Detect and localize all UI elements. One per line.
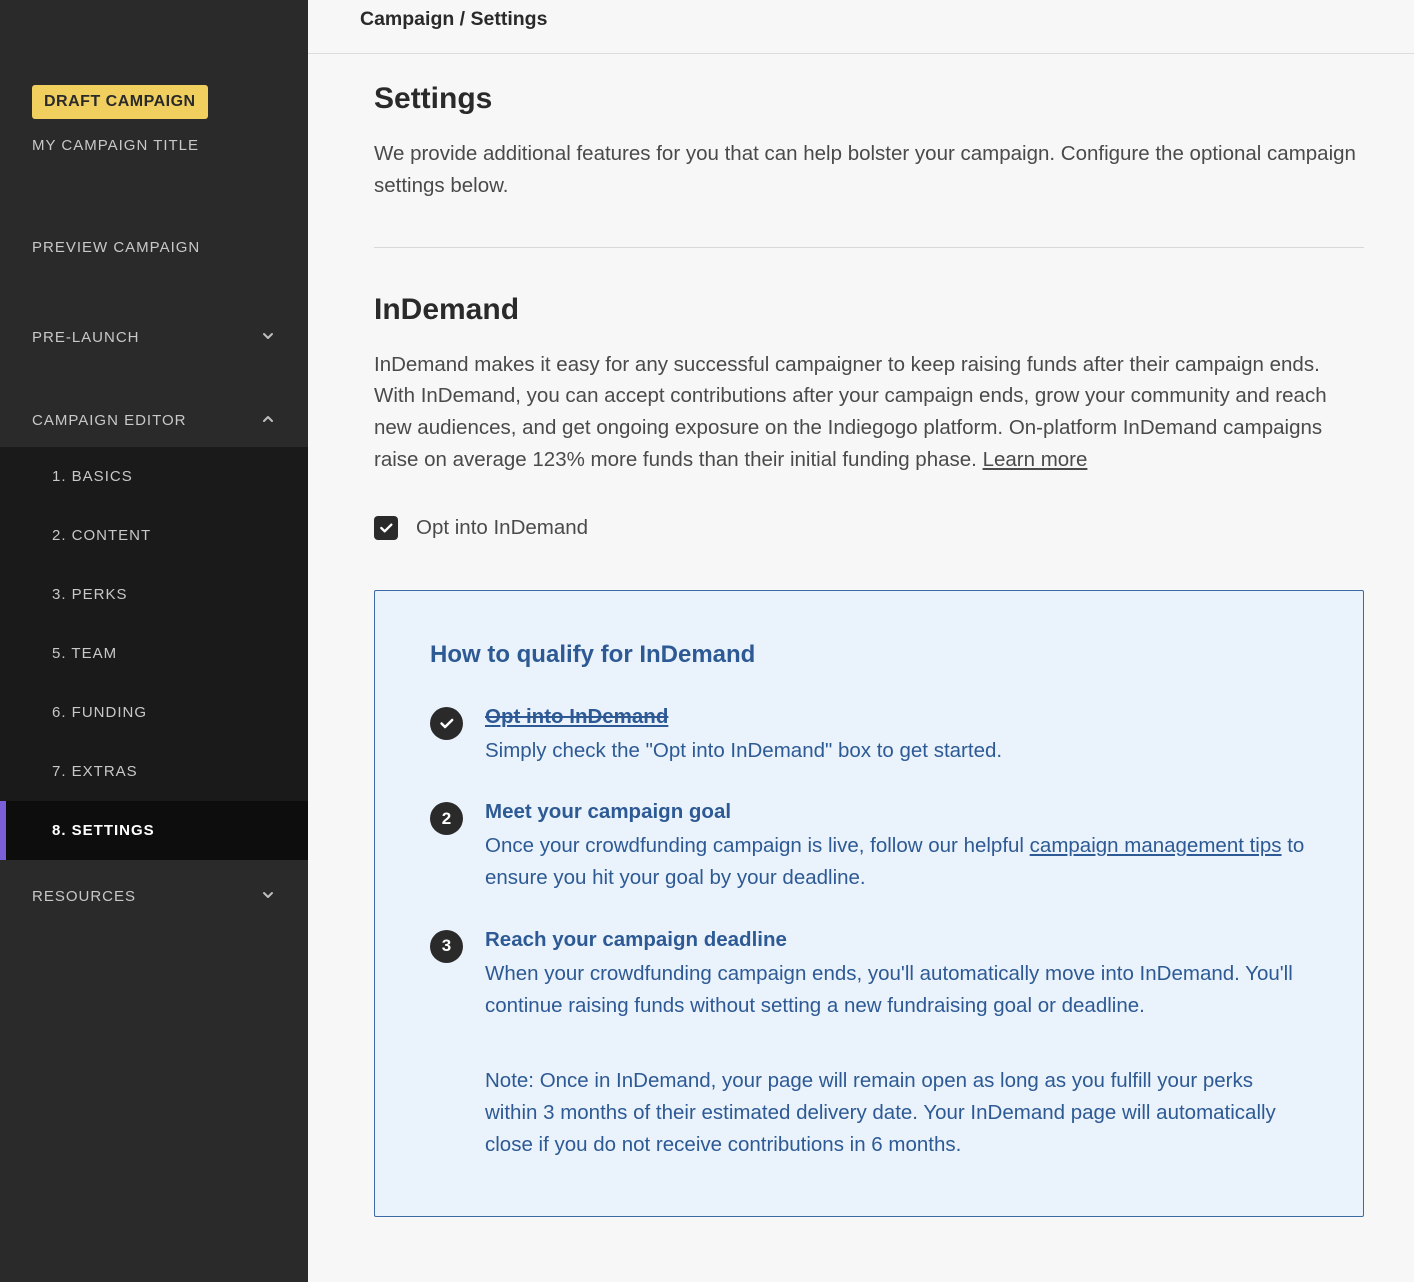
step-3-title: Reach your campaign deadline bbox=[485, 928, 1308, 952]
nav-campaign-editor-label: CAMPAIGN EDITOR bbox=[32, 412, 186, 429]
step-completed-icon bbox=[430, 707, 463, 740]
nav-resources-label: RESOURCES bbox=[32, 888, 136, 905]
nav-pre-launch[interactable]: PRE-LAUNCH bbox=[0, 311, 308, 364]
nav-pre-launch-label: PRE-LAUNCH bbox=[32, 329, 140, 346]
opt-in-checkbox-row: Opt into InDemand bbox=[374, 516, 1364, 540]
subnav-extras[interactable]: 7. EXTRAS bbox=[0, 742, 308, 801]
step-3-badge: 3 bbox=[430, 930, 463, 963]
qualify-title: How to qualify for InDemand bbox=[430, 641, 1308, 669]
nav-resources[interactable]: RESOURCES bbox=[0, 870, 308, 923]
learn-more-link[interactable]: Learn more bbox=[983, 448, 1088, 471]
subnav-settings[interactable]: 8. SETTINGS bbox=[0, 801, 308, 860]
main-content: Campaign / Settings Settings We provide … bbox=[308, 0, 1414, 1282]
qualify-info-box: How to qualify for InDemand Opt into InD… bbox=[374, 590, 1364, 1217]
qualify-step-3: 3 Reach your campaign deadline When your… bbox=[430, 928, 1308, 1161]
step-3-desc: When your crowdfunding campaign ends, yo… bbox=[485, 958, 1308, 1022]
qualify-step-2: 2 Meet your campaign goal Once your crow… bbox=[430, 800, 1308, 894]
indemand-desc-text: InDemand makes it easy for any successfu… bbox=[374, 353, 1327, 471]
step-3-note: Note: Once in InDemand, your page will r… bbox=[485, 1065, 1308, 1160]
subnav-perks[interactable]: 3. PERKS bbox=[0, 565, 308, 624]
subnav-content[interactable]: 2. CONTENT bbox=[0, 506, 308, 565]
nav-campaign-editor[interactable]: CAMPAIGN EDITOR bbox=[0, 394, 308, 447]
step-2-desc: Once your crowdfunding campaign is live,… bbox=[485, 830, 1308, 894]
chevron-down-icon bbox=[260, 887, 276, 906]
step-2-desc-pre: Once your crowdfunding campaign is live,… bbox=[485, 834, 1030, 857]
campaign-title: MY CAMPAIGN TITLE bbox=[32, 137, 276, 154]
opt-in-checkbox[interactable] bbox=[374, 516, 398, 540]
subnav-team[interactable]: 5. TEAM bbox=[0, 624, 308, 683]
check-icon bbox=[378, 520, 394, 536]
subnav-basics[interactable]: 1. BASICS bbox=[0, 447, 308, 506]
subnav-funding[interactable]: 6. FUNDING bbox=[0, 683, 308, 742]
page-title: Settings bbox=[374, 82, 1364, 116]
step-1-title: Opt into InDemand bbox=[485, 705, 1308, 729]
draft-badge: DRAFT CAMPAIGN bbox=[32, 85, 208, 119]
qualify-step-1: Opt into InDemand Simply check the "Opt … bbox=[430, 705, 1308, 767]
indemand-title: InDemand bbox=[374, 293, 1364, 327]
indemand-desc: InDemand makes it easy for any successfu… bbox=[374, 349, 1364, 476]
step-2-title: Meet your campaign goal bbox=[485, 800, 1308, 824]
settings-intro: We provide additional features for you t… bbox=[374, 138, 1364, 202]
breadcrumb: Campaign / Settings bbox=[308, 0, 1414, 54]
chevron-up-icon bbox=[260, 411, 276, 430]
chevron-down-icon bbox=[260, 328, 276, 347]
preview-campaign-link[interactable]: PREVIEW CAMPAIGN bbox=[32, 239, 276, 256]
step-1-desc: Simply check the "Opt into InDemand" box… bbox=[485, 735, 1308, 767]
sidebar: DRAFT CAMPAIGN MY CAMPAIGN TITLE PREVIEW… bbox=[0, 0, 308, 1282]
step-2-badge: 2 bbox=[430, 802, 463, 835]
divider bbox=[374, 247, 1364, 248]
campaign-editor-subnav: 1. BASICS 2. CONTENT 3. PERKS 5. TEAM 6.… bbox=[0, 447, 308, 860]
campaign-tips-link[interactable]: campaign management tips bbox=[1030, 834, 1282, 857]
opt-in-label: Opt into InDemand bbox=[416, 516, 588, 540]
